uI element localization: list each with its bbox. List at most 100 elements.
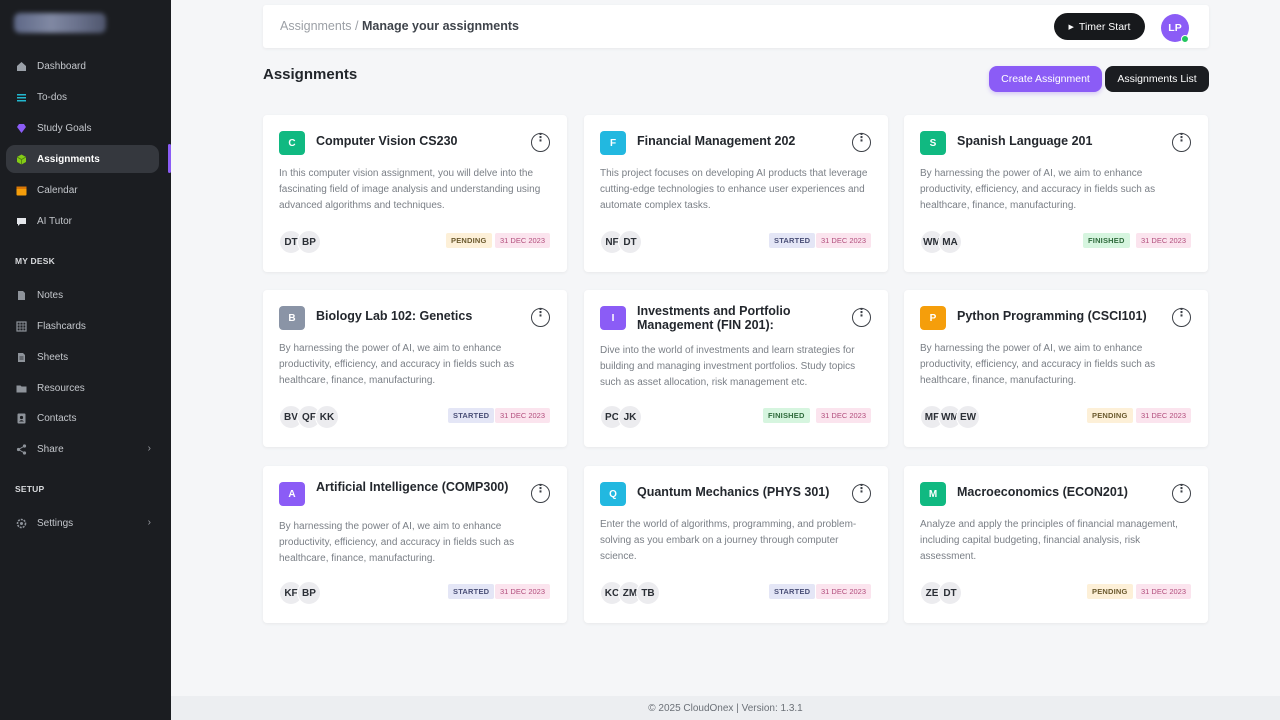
sidebar-item-label: Calendar	[37, 184, 78, 196]
member-avatars: KC ZM TB	[600, 581, 660, 605]
sidebar-item-label: Sheets	[37, 351, 69, 363]
due-date-badge: 31 DEC 2023	[1136, 584, 1192, 599]
sidebar-item-todos[interactable]: To-dos	[6, 83, 159, 111]
card-title[interactable]: Artificial Intelligence (COMP300)	[316, 480, 521, 494]
status-badge: FINISHED	[763, 408, 810, 423]
card-title[interactable]: Investments and Portfolio Management (FI…	[637, 304, 842, 332]
sidebar-item-share[interactable]: Share ›	[6, 435, 159, 463]
breadcrumb-parent[interactable]: Assignments /	[280, 19, 359, 33]
card-description: By harnessing the power of AI, we aim to…	[920, 343, 1156, 386]
share-icon	[16, 443, 27, 455]
sidebar-item-flashcards[interactable]: Flashcards	[6, 312, 159, 340]
assignment-card[interactable]: B Biology Lab 102: Genetics ⋮ By harnessing…	[263, 290, 567, 447]
sidebar-item-label: Notes	[37, 289, 64, 301]
status-badge: FINISHED	[1083, 233, 1130, 248]
sidebar-item-study-goals[interactable]: Study Goals	[6, 114, 159, 142]
card-description: In this computer vision assignment, you …	[279, 168, 541, 211]
member-avatar[interactable]: BP	[297, 230, 321, 254]
more-options-icon[interactable]: ⋮	[852, 308, 871, 327]
member-avatars: KF BP	[279, 581, 321, 605]
note-icon	[16, 290, 27, 301]
more-options-icon[interactable]: ⋮	[852, 484, 871, 503]
card-title[interactable]: Spanish Language 201	[957, 134, 1162, 148]
sidebar-item-settings[interactable]: Settings ›	[6, 509, 159, 537]
card-description: Enter the world of algorithms, programmi…	[600, 519, 857, 562]
timer-start-button[interactable]: ▶ Timer Start	[1054, 13, 1145, 40]
sidebar-item-assignments[interactable]: Assignments	[6, 145, 159, 173]
page-title: Assignments	[263, 66, 358, 83]
assignment-card[interactable]: S Spanish Language 201 ⋮ By harnessing the …	[904, 115, 1208, 272]
brand-logo[interactable]	[14, 13, 106, 33]
course-letter-badge: M	[920, 482, 946, 506]
assignment-card[interactable]: M Macroeconomics (ECON201) ⋮ Analyze and ap…	[904, 466, 1208, 623]
member-avatars: WM MA	[920, 230, 962, 254]
due-date-badge: 31 DEC 2023	[816, 408, 872, 423]
due-date-badge: 31 DEC 2023	[1136, 408, 1192, 423]
member-avatar[interactable]: DT	[938, 581, 962, 605]
card-description: Dive into the world of investments and l…	[600, 345, 856, 388]
status-badge: STARTED	[448, 408, 495, 423]
member-avatar[interactable]: BP	[297, 581, 321, 605]
assignment-card[interactable]: P Python Programming (CSCI101) ⋮ By harness…	[904, 290, 1208, 447]
card-description: By harnessing the power of AI, we aim to…	[279, 343, 515, 386]
assignment-card[interactable]: C Computer Vision CS230 ⋮ In this computer …	[263, 115, 567, 272]
assignment-card[interactable]: Q Quantum Mechanics (PHYS 301) ⋮ Enter the …	[584, 466, 888, 623]
sidebar-item-sheets[interactable]: Sheets	[6, 343, 159, 371]
sidebar-item-resources[interactable]: Resources	[6, 374, 159, 402]
course-letter-badge: F	[600, 131, 626, 155]
assignment-card[interactable]: A Artificial Intelligence (COMP300) ⋮ By ha…	[263, 466, 567, 623]
cube-icon	[16, 154, 27, 165]
member-avatars: DT BP	[279, 230, 321, 254]
online-status-dot	[1181, 35, 1189, 43]
status-badge: PENDING	[446, 233, 492, 248]
status-badge: STARTED	[769, 584, 816, 599]
more-options-icon[interactable]: ⋮	[531, 308, 550, 327]
more-options-icon[interactable]: ⋮	[531, 484, 550, 503]
sidebar-item-label: Dashboard	[37, 60, 86, 72]
card-title[interactable]: Macroeconomics (ECON201)	[957, 485, 1162, 499]
calendar-icon	[16, 185, 27, 196]
active-indicator	[168, 144, 171, 173]
due-date-badge: 31 DEC 2023	[495, 233, 551, 248]
sidebar-item-ai-tutor[interactable]: AI Tutor	[6, 207, 159, 235]
more-options-icon[interactable]: ⋮	[531, 133, 550, 152]
member-avatar[interactable]: MA	[938, 230, 962, 254]
status-badge: PENDING	[1087, 584, 1133, 599]
create-assignment-button[interactable]: Create Assignment	[989, 66, 1102, 92]
due-date-badge: 31 DEC 2023	[816, 584, 872, 599]
card-description: This project focuses on developing AI pr…	[600, 168, 868, 211]
sidebar-item-label: Settings	[37, 517, 74, 529]
assignments-list-button[interactable]: Assignments List	[1105, 66, 1209, 92]
breadcrumb-current: Manage your assignments	[362, 19, 519, 33]
card-title[interactable]: Quantum Mechanics (PHYS 301)	[637, 485, 842, 499]
member-avatar[interactable]: TB	[636, 581, 660, 605]
sidebar-item-dashboard[interactable]: Dashboard	[6, 52, 159, 80]
sidebar-item-contacts[interactable]: Contacts	[6, 404, 159, 432]
card-title[interactable]: Biology Lab 102: Genetics	[316, 309, 521, 323]
card-title[interactable]: Computer Vision CS230	[316, 134, 521, 148]
more-options-icon[interactable]: ⋮	[1172, 308, 1191, 327]
more-options-icon[interactable]: ⋮	[852, 133, 871, 152]
member-avatar[interactable]: DT	[618, 230, 642, 254]
due-date-badge: 31 DEC 2023	[816, 233, 872, 248]
member-avatar[interactable]: KK	[315, 405, 339, 429]
sidebar-item-notes[interactable]: Notes	[6, 281, 159, 309]
more-options-icon[interactable]: ⋮	[1172, 133, 1191, 152]
card-title[interactable]: Financial Management 202	[637, 134, 842, 148]
member-avatar[interactable]: EW	[956, 405, 980, 429]
sidebar-item-calendar[interactable]: Calendar	[6, 176, 159, 204]
status-badge: STARTED	[769, 233, 816, 248]
more-options-icon[interactable]: ⋮	[1172, 484, 1191, 503]
sidebar-item-label: Contacts	[37, 412, 77, 424]
assignment-card[interactable]: I Investments and Portfolio Management (F…	[584, 290, 888, 447]
member-avatars: BV QF KK	[279, 405, 339, 429]
play-icon: ▶	[1068, 23, 1074, 31]
card-title[interactable]: Python Programming (CSCI101)	[957, 309, 1162, 323]
course-letter-badge: Q	[600, 482, 626, 506]
sidebar-item-label: Resources	[37, 382, 85, 394]
assignment-card[interactable]: F Financial Management 202 ⋮ This project f…	[584, 115, 888, 272]
member-avatar[interactable]: JK	[618, 405, 642, 429]
due-date-badge: 31 DEC 2023	[495, 584, 551, 599]
course-letter-badge: A	[279, 482, 305, 506]
sidebar: Dashboard To-dos Study Goals Assignments…	[0, 0, 171, 720]
